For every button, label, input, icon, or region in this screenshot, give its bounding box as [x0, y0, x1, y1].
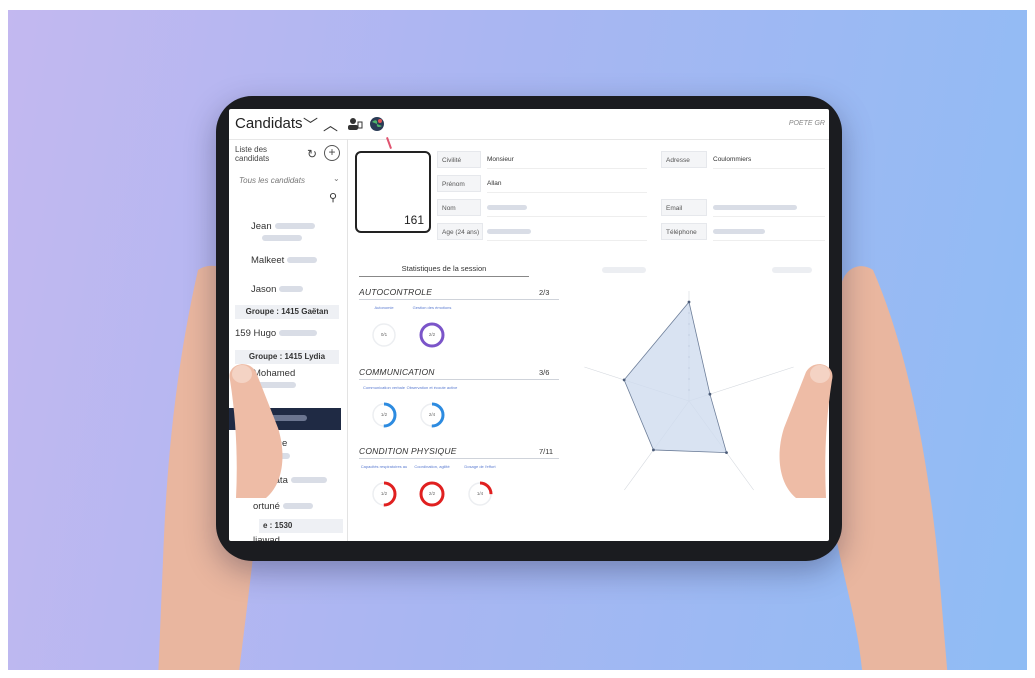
birthdate-field[interactable]	[487, 223, 647, 241]
list-item[interactable]: Malkeet	[251, 255, 318, 266]
skill-label: Capacités respiratoires au	[360, 464, 408, 469]
skill-score: 2/2	[428, 332, 436, 337]
candidate-filter-select[interactable]: Tous les candidats	[239, 176, 305, 185]
chevron-down-icon[interactable]: ⌄	[333, 174, 340, 183]
skill-score: 1/2	[380, 491, 388, 496]
skill-progress-ring[interactable]: 1/2	[371, 402, 397, 428]
chevron-up-icon[interactable]: ︿	[323, 114, 338, 135]
skill-score: 1/2	[380, 412, 388, 417]
group-header: e : 1530	[259, 519, 343, 533]
skill-label: Gestion des émotions	[412, 305, 452, 310]
app-screen: Candidats ﹀ ︿ POETE GR Liste des candida…	[229, 109, 829, 541]
skill-score: 2/2	[428, 491, 436, 496]
tablet: Candidats ﹀ ︿ POETE GR Liste des candida…	[216, 96, 842, 561]
field-label: Civilité	[437, 151, 481, 168]
skill-label: Communication verbale	[362, 385, 406, 390]
adresse-field[interactable]: Coulommiers	[713, 151, 825, 169]
user-card-icon[interactable]	[347, 116, 363, 132]
list-item-blurred-line	[259, 233, 302, 244]
field-label: Age (24 ans)	[437, 223, 483, 240]
prenom-field[interactable]: Allan	[487, 175, 647, 193]
tab-inactive[interactable]	[769, 267, 819, 274]
field-label: Téléphone	[661, 223, 707, 240]
skill-progress-ring[interactable]: 1/2	[371, 481, 397, 507]
chevron-down-icon[interactable]: ﹀	[303, 114, 318, 135]
refresh-icon[interactable]: ↻	[307, 147, 317, 161]
category-title: COMMUNICATION	[359, 367, 435, 377]
center-name-label: POETE GR	[788, 120, 825, 127]
skill-progress-ring[interactable]: 0/1	[371, 322, 397, 348]
skill-progress-ring[interactable]: 2/2	[419, 322, 445, 348]
skill-progress-ring[interactable]: 1/4	[467, 481, 493, 507]
tab-session-stats[interactable]: Statistiques de la session	[359, 264, 529, 277]
category-divider	[359, 299, 559, 300]
page-title: Candidats	[235, 115, 303, 132]
right-thumb	[779, 364, 833, 498]
list-item[interactable]: ortuné	[253, 501, 313, 512]
category-score: 7/11	[539, 447, 554, 456]
category-divider	[359, 458, 559, 459]
category-score: 3/6	[539, 368, 550, 377]
skill-label: Dosage de l'effort	[464, 464, 496, 469]
field-label: Email	[661, 199, 707, 216]
list-item[interactable]: ljawad	[253, 535, 280, 541]
group-header: Groupe : 1415 Gaëtan	[235, 305, 339, 319]
tab-inactive[interactable]	[599, 267, 649, 274]
category-title: CONDITION PHYSIQUE	[359, 446, 457, 456]
globe-icon[interactable]	[369, 116, 385, 132]
radar-point	[622, 378, 626, 382]
radar-point	[687, 300, 691, 304]
search-icon[interactable]: ⚲	[329, 191, 337, 204]
sidebar-heading: Liste des candidats	[235, 145, 270, 163]
skill-label: Observation et écoute active	[406, 385, 458, 390]
skill-label: Autonomie	[374, 305, 394, 310]
category-score: 2/3	[539, 288, 550, 297]
candidate-photo[interactable]: 161	[355, 151, 431, 233]
skill-score: 1/4	[476, 491, 484, 496]
top-bar: Candidats ﹀ ︿ POETE GR	[229, 109, 829, 140]
radar-point	[708, 392, 712, 396]
category-title: AUTOCONTROLE	[359, 287, 433, 297]
radar-point	[652, 448, 655, 452]
skill-progress-ring[interactable]: 2/2	[419, 481, 445, 507]
skill-score: 0/1	[380, 332, 388, 337]
field-label: Nom	[437, 199, 481, 216]
nom-field[interactable]	[487, 199, 647, 217]
radar-area	[623, 301, 728, 454]
field-label: Adresse	[661, 151, 707, 168]
civilite-field[interactable]: Monsieur	[487, 151, 647, 169]
category-divider	[359, 379, 559, 380]
skill-label: Coordination, agilité	[414, 464, 450, 469]
add-candidate-button[interactable]: +	[324, 145, 340, 161]
list-item[interactable]: 159 Hugo	[235, 328, 318, 339]
telephone-field[interactable]	[713, 223, 825, 241]
skill-progress-ring[interactable]: 2/4	[419, 402, 445, 428]
radar-point	[725, 451, 728, 455]
list-item[interactable]: Jason	[251, 284, 304, 295]
email-field[interactable]	[713, 199, 825, 217]
skill-score: 2/4	[428, 412, 436, 417]
candidate-number: 161	[403, 213, 424, 227]
background-frame: Candidats ﹀ ︿ POETE GR Liste des candida…	[8, 10, 1027, 670]
field-label: Prénom	[437, 175, 481, 192]
list-item[interactable]: Jean	[251, 221, 315, 232]
left-thumb	[229, 364, 283, 498]
